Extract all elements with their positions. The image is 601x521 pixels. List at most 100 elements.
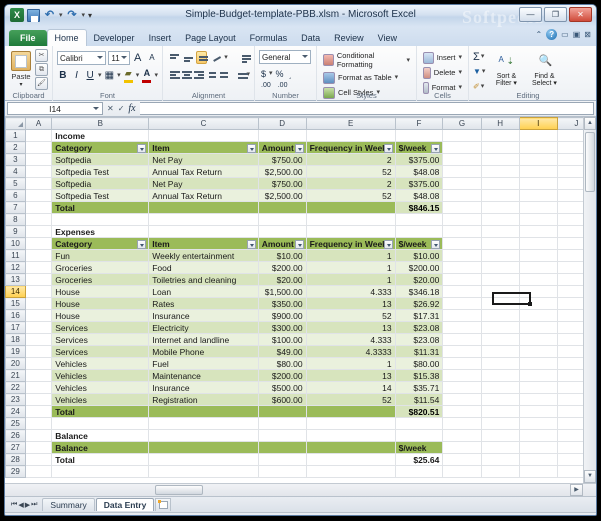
cell-g9[interactable] bbox=[443, 226, 481, 238]
cell-i23[interactable] bbox=[519, 394, 557, 406]
expenses-row-7-category[interactable]: Services bbox=[52, 334, 149, 346]
filter-applied-icon[interactable] bbox=[137, 240, 146, 249]
cell-e25[interactable] bbox=[306, 418, 395, 430]
cell-a2[interactable] bbox=[25, 142, 51, 154]
cell-g24[interactable] bbox=[443, 406, 481, 418]
cell-h18[interactable] bbox=[481, 334, 519, 346]
cell-e8[interactable] bbox=[306, 214, 395, 226]
expenses-row-1-category[interactable]: Groceries bbox=[52, 262, 149, 274]
cell-a18[interactable] bbox=[25, 334, 51, 346]
balance-total-e[interactable] bbox=[306, 454, 395, 466]
expenses-total-d[interactable] bbox=[258, 406, 306, 418]
row-header-24[interactable]: 24 bbox=[6, 406, 26, 418]
percent-format-icon[interactable]: % bbox=[274, 69, 286, 79]
cell-h14[interactable] bbox=[481, 286, 519, 298]
cell-g17[interactable] bbox=[443, 322, 481, 334]
row-header-25[interactable]: 25 bbox=[6, 418, 26, 430]
cell-a26[interactable] bbox=[25, 430, 51, 442]
fill-color-button[interactable]: ▰ bbox=[123, 68, 134, 83]
row-header-20[interactable]: 20 bbox=[6, 358, 26, 370]
scroll-up-icon[interactable]: ▲ bbox=[584, 117, 596, 130]
cell-a8[interactable] bbox=[25, 214, 51, 226]
cell-g23[interactable] bbox=[443, 394, 481, 406]
cell-i28[interactable] bbox=[519, 454, 557, 466]
expenses-row-3-frequency[interactable]: 4.333 bbox=[306, 286, 395, 298]
insert-cells-button[interactable]: Insert ▾ bbox=[421, 50, 464, 65]
middle-align-icon[interactable] bbox=[181, 51, 192, 64]
cell-i6[interactable] bbox=[519, 190, 557, 202]
income-total-c[interactable] bbox=[149, 202, 258, 214]
next-sheet-icon[interactable]: ▶ bbox=[25, 501, 30, 509]
cell-c25[interactable] bbox=[149, 418, 258, 430]
cell-h23[interactable] bbox=[481, 394, 519, 406]
column-header-i[interactable]: I bbox=[519, 118, 557, 130]
cell-i15[interactable] bbox=[519, 298, 557, 310]
insert-chevron-down-icon[interactable]: ▾ bbox=[458, 51, 462, 64]
tab-home[interactable]: Home bbox=[47, 29, 87, 46]
cell-a7[interactable] bbox=[25, 202, 51, 214]
column-header-d[interactable]: D bbox=[258, 118, 306, 130]
expenses-total-c[interactable] bbox=[149, 406, 258, 418]
expenses-row-11-category[interactable]: Vehicles bbox=[52, 382, 149, 394]
row-header-17[interactable]: 17 bbox=[6, 322, 26, 334]
name-box-chevron-down-icon[interactable] bbox=[93, 107, 99, 110]
tab-view[interactable]: View bbox=[371, 30, 404, 46]
fill-color-chevron-down-icon[interactable]: ▾ bbox=[136, 69, 140, 82]
cell-h28[interactable] bbox=[481, 454, 519, 466]
expenses-row-0-frequency[interactable]: 1 bbox=[306, 250, 395, 262]
expenses-row-5-amount[interactable]: $900.00 bbox=[258, 310, 306, 322]
expenses-row-2-item[interactable]: Toiletries and cleaning bbox=[149, 274, 258, 286]
zoom-knob[interactable] bbox=[545, 516, 552, 517]
cell-e29[interactable] bbox=[306, 466, 395, 478]
wrap-text-icon[interactable] bbox=[239, 51, 250, 64]
cell-i10[interactable] bbox=[519, 238, 557, 250]
paste-caret-icon[interactable]: ▾ bbox=[9, 81, 33, 88]
income-row-1-frequency[interactable]: 52 bbox=[306, 166, 395, 178]
expenses-row-3-perweek[interactable]: $346.18 bbox=[395, 286, 443, 298]
autosum-chevron-down-icon[interactable]: ▾ bbox=[481, 50, 485, 63]
font-size-chevron-down-icon[interactable] bbox=[121, 56, 127, 59]
cell-f1[interactable] bbox=[395, 130, 443, 142]
cell-g1[interactable] bbox=[443, 130, 481, 142]
income-total-d[interactable] bbox=[258, 202, 306, 214]
cell-a1[interactable] bbox=[25, 130, 51, 142]
cell-g27[interactable] bbox=[443, 442, 481, 454]
autosum-icon[interactable]: Σ bbox=[473, 51, 480, 63]
tab-insert[interactable]: Insert bbox=[142, 30, 179, 46]
expenses-row-8-item[interactable]: Mobile Phone bbox=[149, 346, 258, 358]
cell-c26[interactable] bbox=[149, 430, 258, 442]
cell-a17[interactable] bbox=[25, 322, 51, 334]
expenses-row-5-perweek[interactable]: $17.31 bbox=[395, 310, 443, 322]
balance-header-label[interactable]: Balance bbox=[52, 442, 149, 454]
font-color-chevron-down-icon[interactable]: ▾ bbox=[154, 69, 158, 82]
cell-i4[interactable] bbox=[519, 166, 557, 178]
cell-f9[interactable] bbox=[395, 226, 443, 238]
income-total-e[interactable] bbox=[306, 202, 395, 214]
cell-b8[interactable] bbox=[52, 214, 149, 226]
row-header-8[interactable]: 8 bbox=[6, 214, 26, 226]
expenses-row-12-amount[interactable]: $600.00 bbox=[258, 394, 306, 406]
cell-h21[interactable] bbox=[481, 370, 519, 382]
cell-h1[interactable] bbox=[481, 130, 519, 142]
expenses-row-6-item[interactable]: Electricity bbox=[149, 322, 258, 334]
font-color-button[interactable]: A bbox=[141, 68, 152, 83]
sheet-tab-summary[interactable]: Summary bbox=[42, 498, 94, 511]
balance-header-e[interactable] bbox=[306, 442, 395, 454]
cell-i2[interactable] bbox=[519, 142, 557, 154]
income-row-3-item[interactable]: Annual Tax Return bbox=[149, 190, 258, 202]
currency-chevron-down-icon[interactable]: ▾ bbox=[269, 67, 273, 80]
cell-i19[interactable] bbox=[519, 346, 557, 358]
column-header-c[interactable]: C bbox=[149, 118, 258, 130]
scroll-right-icon[interactable]: ▶ bbox=[570, 484, 583, 496]
vertical-scrollbar[interactable]: ▲ ▼ bbox=[583, 117, 596, 483]
expenses-row-8-category[interactable]: Services bbox=[52, 346, 149, 358]
cell-g11[interactable] bbox=[443, 250, 481, 262]
row-header-10[interactable]: 10 bbox=[6, 238, 26, 250]
cell-i1[interactable] bbox=[519, 130, 557, 142]
cell-a20[interactable] bbox=[25, 358, 51, 370]
expenses-header-frequency[interactable]: Frequency in Weeks bbox=[306, 238, 395, 250]
expenses-row-6-frequency[interactable]: 13 bbox=[306, 322, 395, 334]
enter-formula-icon[interactable]: ✓ bbox=[118, 104, 125, 113]
expenses-row-0-amount[interactable]: $10.00 bbox=[258, 250, 306, 262]
align-right-icon[interactable] bbox=[191, 68, 200, 81]
